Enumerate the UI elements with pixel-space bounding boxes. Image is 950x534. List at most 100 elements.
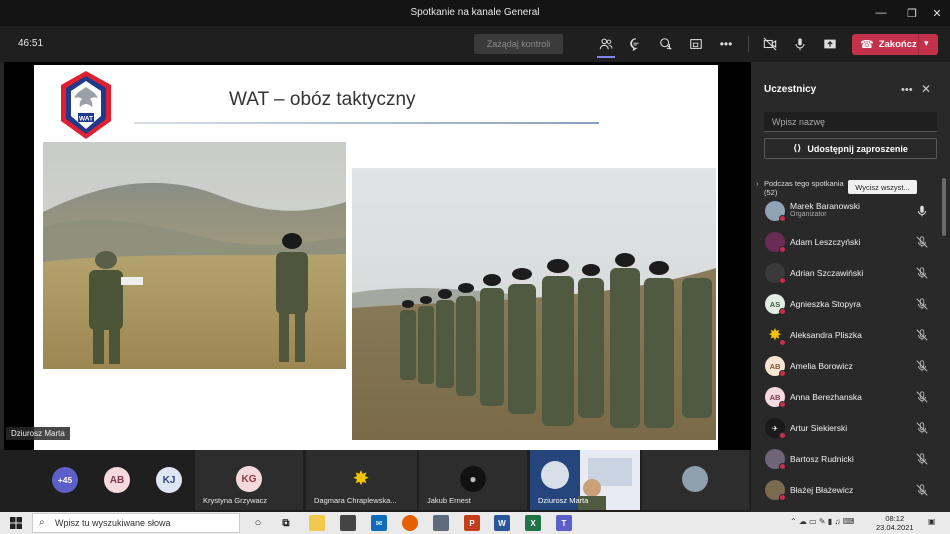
chat-button[interactable] [626,34,646,54]
mute-all-button[interactable]: Wycisz wszyst... [848,180,917,194]
slide-photo-right [352,168,716,440]
request-control-button[interactable]: Zażądaj kontroli [474,34,563,54]
title-bar: Spotkanie na kanale General — ❐ ✕ [0,0,950,26]
windows-taskbar: ⌕ Wpisz tu wyszukiwane słowa ○ ⧉ ✉ P W X… [0,512,950,534]
participant-row[interactable]: AB Anna Berezhanska [751,384,941,412]
video-tile[interactable] [642,450,749,510]
avatar [682,466,708,492]
mic-off-icon [916,422,928,434]
calculator-icon[interactable] [433,515,449,531]
participant-row[interactable]: Adam Leszczyński [751,229,941,257]
toolbar-divider [748,36,749,52]
participant-row[interactable]: AB Amelia Borowicz [751,353,941,381]
cortana-icon[interactable]: ○ [250,515,266,531]
panel-scrollbar[interactable] [942,178,946,236]
taskbar-search-input[interactable]: ⌕ Wpisz tu wyszukiwane słowa [32,513,240,533]
end-call-label: Zakończ [878,39,917,50]
participant-row[interactable]: AS Agnieszka Stopyra [751,291,941,319]
participant-row[interactable]: Marek Baranowski Organizator [751,198,941,226]
avatar: KG [236,466,262,492]
chevron-down-icon: › [756,179,759,188]
participants-button[interactable] [596,34,616,54]
overflow-count[interactable]: +45 [52,467,78,493]
powerpoint-icon[interactable]: P [464,515,480,531]
active-tab-indicator [597,56,615,58]
search-icon: ⌕ [39,517,45,528]
tile-name: Krystyna Grzywacz [203,496,268,505]
avatar[interactable]: AB [104,467,130,493]
participants-panel: Uczestnicy ••• ✕ Wpisz nazwę ⟨⟩ Udostępn… [751,62,950,512]
windows-start-icon[interactable] [10,517,22,529]
notifications-icon[interactable]: ▣ [928,517,936,526]
excel-icon[interactable]: X [525,515,541,531]
mic-off-icon [916,236,928,248]
svg-text:WAT: WAT [79,116,93,123]
camera-off-icon [763,37,777,51]
rooms-button[interactable] [686,34,706,54]
call-timer: 46:51 [18,38,44,49]
breakout-rooms-icon [690,39,702,49]
slide-photo-left [43,142,346,369]
microphone-icon [917,205,927,217]
wat-logo: WAT [61,71,111,139]
participant-row[interactable]: Bartosz Rudnicki [751,446,941,474]
chevron-down-icon[interactable]: ▾ [924,38,929,49]
reactions-button[interactable] [656,34,676,54]
video-tile[interactable]: ✸ Dagmara Chraplewska... [306,450,417,510]
share-icon: ⟨⟩ [793,143,802,153]
microphone-icon [795,38,805,51]
presenter-video-tile[interactable]: Dziurosz Marta [530,450,640,510]
section-header[interactable]: › Podczas tego spotkania (52) [756,179,844,197]
mic-off-icon [916,391,928,403]
shared-content-stage: WAT WAT – obóz taktyczny Dziurosz Marta [0,62,751,450]
participant-row[interactable]: Adrian Szczawiński [751,260,941,288]
participant-row[interactable]: Błażej Błażewicz [751,477,941,505]
panel-title: Uczestnicy [764,84,817,95]
share-screen-button[interactable] [820,34,840,54]
mic-off-icon [916,267,928,279]
window-title: Spotkanie na kanale General [410,7,540,18]
tile-name: Dagmara Chraplewska... [314,496,397,505]
participant-row[interactable]: ✸ Aleksandra Pliszka [751,322,941,350]
close-window-button[interactable]: ✕ [922,0,950,26]
file-explorer-icon[interactable] [309,515,325,531]
minimize-button[interactable]: — [866,0,896,26]
mic-off-icon [916,298,928,310]
share-tray-icon [824,39,836,49]
mic-off-icon [916,484,928,496]
mail-icon[interactable]: ✉ [371,515,387,531]
system-clock[interactable]: 08:12 23.04.2021 [876,514,914,532]
tile-name: Jakub Ernest [427,496,471,505]
hangup-icon: ☎ [860,39,874,51]
presentation-slide: WAT WAT – obóz taktyczny [34,65,718,450]
mic-off-icon [916,360,928,372]
chat-icon [630,38,639,51]
mic-off-icon [916,329,928,341]
word-icon[interactable]: W [494,515,510,531]
title-underline [134,122,599,124]
end-call-button[interactable]: ☎ Zakończ ▾ [852,34,938,55]
participant-row[interactable]: ✈ Artur Siekierski [751,415,941,443]
camera-button[interactable] [760,34,780,54]
avatar[interactable]: KJ [156,467,182,493]
slide-title: WAT – obóz taktyczny [229,89,416,110]
video-tile[interactable]: KG Krystyna Grzywacz [195,450,303,510]
tile-name: Dziurosz Marta [538,496,589,505]
task-view-icon[interactable]: ⧉ [278,515,294,531]
panel-more-button[interactable]: ••• [901,84,913,96]
people-icon [599,38,613,50]
presenter-name-tag: Dziurosz Marta [6,427,70,440]
video-tile[interactable]: ● Jakub Ernest [419,450,527,510]
avatar: ✸ [348,465,374,491]
share-invite-button[interactable]: ⟨⟩ Udostępnij zaproszenie [764,138,937,159]
participant-strip: +45 AB KJ KG Krystyna Grzywacz ✸ Dagmara… [0,450,751,512]
participant-search-input[interactable]: Wpisz nazwę [764,112,937,132]
firefox-icon[interactable] [402,515,418,531]
close-icon[interactable]: ✕ [921,82,931,96]
reaction-icon [660,38,672,50]
teams-icon[interactable]: T [556,515,572,531]
microphone-button[interactable] [790,34,810,54]
store-icon[interactable] [340,515,356,531]
more-actions-button[interactable]: ••• [716,34,736,54]
tray-icons[interactable]: ⌃ ☁ ▭ ✎ ▮ ♫ ⌨ [790,517,854,526]
